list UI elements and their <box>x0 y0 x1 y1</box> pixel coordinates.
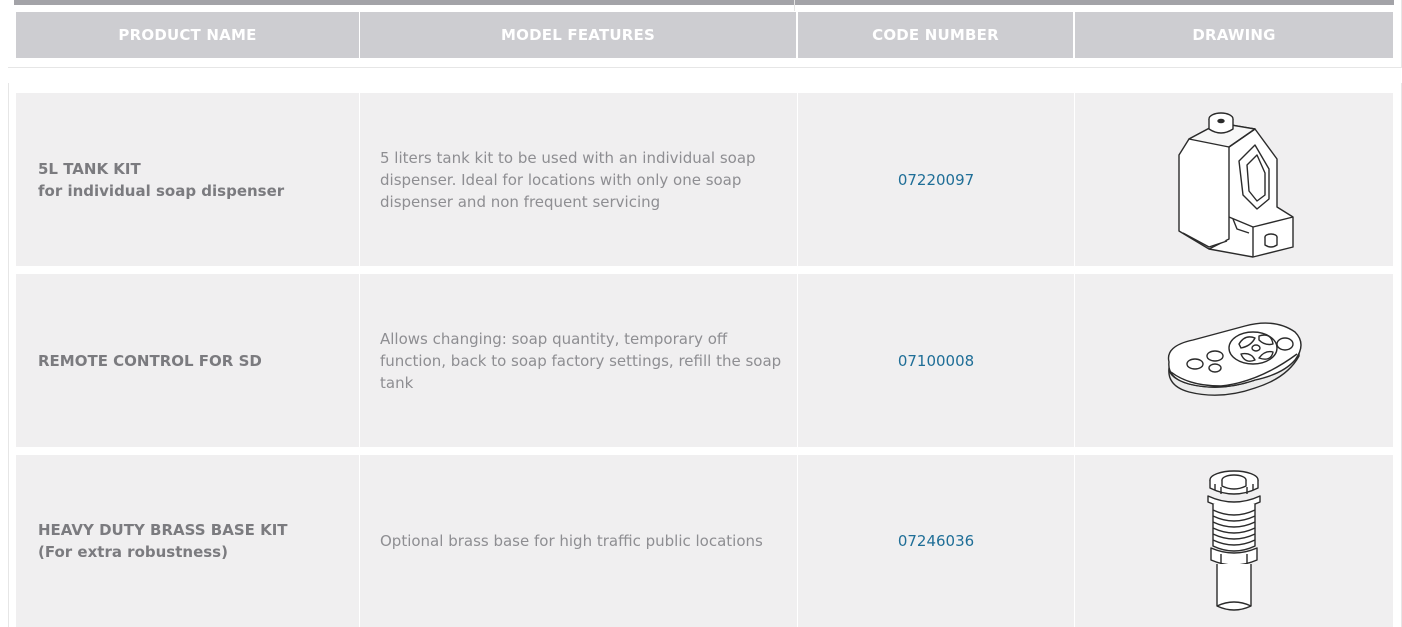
product-name-line1: REMOTE CONTROL FOR SD <box>38 351 262 370</box>
table-row-features: 5 liters tank kit to be used with an ind… <box>360 93 797 266</box>
header-top-rule <box>14 0 1394 5</box>
table-row-product-name: REMOTE CONTROL FOR SD <box>16 274 359 447</box>
header-product-name: PRODUCT NAME <box>16 12 359 58</box>
table-body: 5L TANK KIT for individual soap dispense… <box>8 83 1402 627</box>
table-row-code: 07246036 <box>798 455 1074 627</box>
model-features-text: 5 liters tank kit to be used with an ind… <box>380 148 756 211</box>
product-name: HEAVY DUTY BRASS BASE KIT (For extra rob… <box>38 519 288 563</box>
brass-base-drawing-icon <box>1199 466 1269 616</box>
table-row-drawing <box>1075 274 1393 447</box>
product-name-line2: for individual soap dispenser <box>38 181 285 200</box>
table-row-product-name: HEAVY DUTY BRASS BASE KIT (For extra rob… <box>16 455 359 627</box>
table-row-features: Allows changing: soap quantity, temporar… <box>360 274 797 447</box>
code-number-link[interactable]: 07100008 <box>898 352 974 370</box>
table-row-drawing <box>1075 93 1393 266</box>
table-row-drawing <box>1075 455 1393 627</box>
table-row-code: 07220097 <box>798 93 1074 266</box>
product-name-line1: 5L TANK KIT <box>38 159 141 178</box>
header-model-features: MODEL FEATURES <box>360 12 796 58</box>
table-header: PRODUCT NAME MODEL FEATURES CODE NUMBER … <box>8 0 1402 68</box>
product-name: REMOTE CONTROL FOR SD <box>38 350 262 372</box>
product-name-line1: HEAVY DUTY BRASS BASE KIT <box>38 521 288 539</box>
table-row-product-name: 5L TANK KIT for individual soap dispense… <box>16 93 359 266</box>
header-code-number: CODE NUMBER <box>798 12 1073 58</box>
remote-control-drawing-icon <box>1159 316 1309 406</box>
tank-drawing-icon <box>1169 99 1299 261</box>
table-row-features: Optional brass base for high traffic pub… <box>360 455 797 627</box>
header-drawing: DRAWING <box>1075 12 1393 58</box>
code-number-link[interactable]: 07220097 <box>898 171 974 189</box>
code-number-link[interactable]: 07246036 <box>898 532 974 550</box>
table-row-code: 07100008 <box>798 274 1074 447</box>
product-name: 5L TANK KIT for individual soap dispense… <box>38 158 284 202</box>
model-features-text: Optional brass base for high traffic pub… <box>380 532 763 550</box>
model-features-text: Allows changing: soap quantity, temporar… <box>380 329 782 392</box>
header-top-divider <box>794 0 795 11</box>
product-name-line2: (For extra robustness) <box>38 543 228 561</box>
